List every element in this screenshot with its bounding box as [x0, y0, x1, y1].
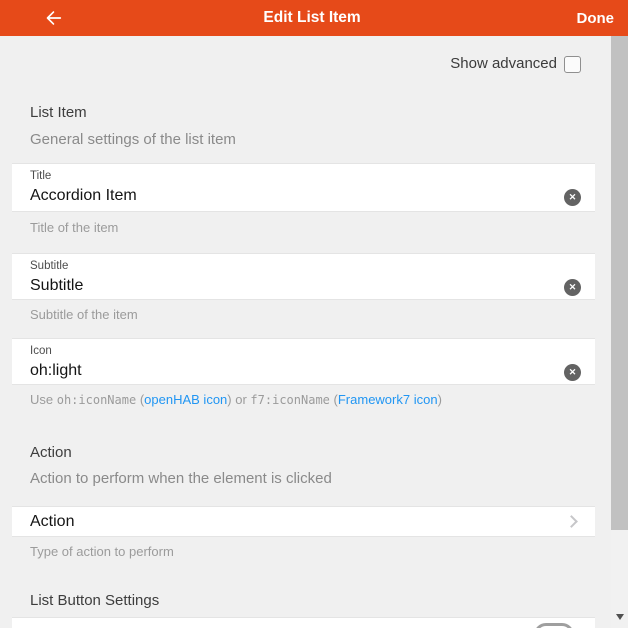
scrollbar-thumb[interactable]	[611, 36, 628, 530]
toggle-switch[interactable]	[534, 623, 574, 628]
icon-help-mono-oh: oh:iconName	[57, 393, 136, 407]
icon-help-paren2: (	[330, 392, 338, 407]
clear-subtitle-button[interactable]: ✕	[564, 279, 581, 296]
clear-title-button[interactable]: ✕	[564, 189, 581, 206]
chevron-right-icon	[565, 515, 578, 528]
subtitle-input[interactable]	[30, 276, 553, 296]
icon-help-end: )	[438, 392, 442, 407]
section-desc-action: Action to perform when the element is cl…	[30, 471, 581, 486]
icon-help-mono-f7: f7:iconName	[250, 393, 329, 407]
icon-help-mid: ) or	[227, 392, 250, 407]
action-row-label: Action	[30, 513, 74, 531]
icon-help-paren1: (	[136, 392, 144, 407]
edit-list-item-page: Edit List Item Done Show advanced List I…	[0, 0, 628, 628]
content-area: Show advanced List Item General settings…	[0, 36, 611, 628]
done-button[interactable]: Done	[577, 10, 615, 27]
scrollbar-track[interactable]	[611, 36, 628, 628]
arrow-left-icon	[42, 7, 64, 29]
section-title-list-item: List Item	[30, 105, 581, 121]
show-advanced-checkbox[interactable]	[564, 56, 581, 73]
subtitle-field-label: Subtitle	[12, 254, 595, 273]
list-button-card	[12, 617, 595, 628]
subtitle-field-card: Subtitle ✕	[12, 253, 595, 300]
subtitle-help-text: Subtitle of the item	[30, 308, 581, 321]
circle-x-icon: ✕	[569, 364, 577, 381]
show-advanced-label: Show advanced	[450, 55, 557, 73]
show-advanced-row: Show advanced	[30, 55, 581, 73]
icon-help-text: Use oh:iconName (openHAB icon) or f7:ico…	[30, 393, 581, 407]
openhab-icon-link[interactable]: openHAB icon	[144, 392, 227, 407]
title-field-label: Title	[12, 164, 595, 183]
icon-help-use: Use	[30, 392, 57, 407]
icon-field-label: Icon	[12, 339, 595, 358]
circle-x-icon: ✕	[569, 279, 577, 296]
circle-x-icon: ✕	[569, 189, 577, 206]
title-field-card: Title ✕	[12, 163, 595, 212]
scroll-down-arrow-icon[interactable]	[616, 614, 624, 620]
back-button[interactable]	[42, 5, 68, 31]
section-desc-list-item: General settings of the list item	[30, 132, 581, 147]
page-title: Edit List Item	[263, 9, 360, 27]
navbar: Edit List Item Done	[0, 0, 628, 36]
icon-field-card: Icon ✕	[12, 338, 595, 385]
title-help-text: Title of the item	[30, 221, 581, 234]
clear-icon-button[interactable]: ✕	[564, 364, 581, 381]
action-row[interactable]: Action	[12, 506, 595, 537]
section-title-list-button: List Button Settings	[30, 593, 581, 609]
title-input[interactable]	[30, 186, 553, 206]
icon-input[interactable]	[30, 361, 553, 381]
framework7-icon-link[interactable]: Framework7 icon	[338, 392, 438, 407]
action-help-text: Type of action to perform	[30, 545, 581, 558]
section-title-action: Action	[30, 445, 581, 461]
